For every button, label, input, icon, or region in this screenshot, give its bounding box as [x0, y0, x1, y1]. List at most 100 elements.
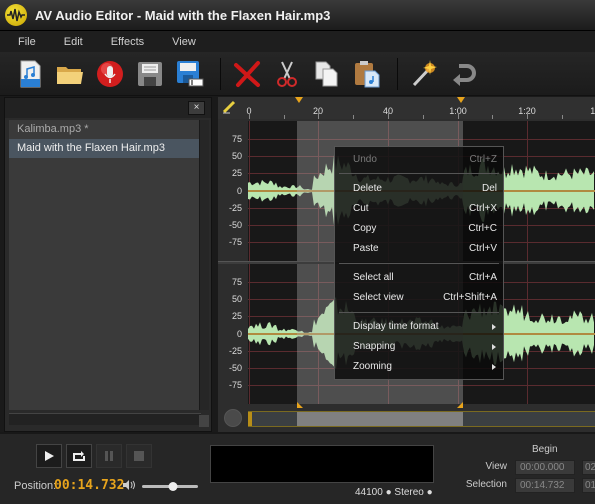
- view-end-field[interactable]: 02: [582, 460, 595, 475]
- selection-end-marker[interactable]: [457, 97, 465, 103]
- time-ruler[interactable]: 0 20 40 1:00 1:20 1:: [218, 97, 595, 119]
- copy-button[interactable]: [309, 56, 345, 92]
- volume-icon[interactable]: [122, 479, 136, 491]
- ctx-copy-label: Copy: [353, 223, 377, 234]
- record-button[interactable]: [92, 56, 128, 92]
- ctx-separator: [339, 312, 499, 313]
- overview-selection[interactable]: [297, 412, 463, 426]
- delete-button[interactable]: [229, 56, 265, 92]
- ctx-delete-label: Delete: [353, 183, 382, 194]
- ctx-select-all-label: Select all: [353, 272, 394, 283]
- menu-edit[interactable]: Edit: [64, 36, 83, 48]
- ruler-tick: [562, 115, 563, 119]
- ctx-delete-shortcut: Del: [481, 183, 497, 194]
- selection-start-bottom-marker[interactable]: [297, 402, 303, 408]
- selection-panel: Begin View 00:00.000 02 Selection 00:14.…: [440, 434, 595, 504]
- ruler-tick: [284, 115, 285, 119]
- context-menu: Undo Ctrl+Z Delete Del Cut Ctrl+X Copy C…: [334, 146, 504, 380]
- pencil-icon[interactable]: [222, 100, 236, 114]
- selection-begin-field[interactable]: 00:14.732: [515, 478, 575, 493]
- begin-header: Begin: [532, 444, 558, 455]
- close-panel-button[interactable]: ×: [188, 101, 205, 115]
- toolbar-separator: [397, 57, 398, 90]
- y-label: 25: [231, 311, 242, 321]
- transport-controls: [36, 444, 156, 468]
- file-list: Kalimba.mp3 * Maid with the Flaxen Hair.…: [9, 120, 201, 410]
- menu-file[interactable]: File: [18, 36, 36, 48]
- ruler-tick: [318, 113, 319, 119]
- ruler-tick: [423, 115, 424, 119]
- overview-scrollbar[interactable]: [248, 411, 595, 427]
- play-button[interactable]: [36, 444, 62, 468]
- paste-icon: [355, 60, 380, 87]
- ctx-undo-label: Undo: [353, 154, 377, 165]
- ctx-cut[interactable]: Cut Ctrl+X: [335, 199, 503, 219]
- channel-1-y-axis: 75 50 25 0 -25 -50 -75: [218, 121, 248, 261]
- undo-button[interactable]: [446, 56, 482, 92]
- y-label: 0: [236, 186, 242, 196]
- ctx-snapping-label: Snapping: [353, 341, 396, 352]
- navigation-pad-icon[interactable]: [224, 409, 242, 427]
- submenu-arrow-icon: [492, 364, 496, 370]
- ctx-select-view[interactable]: Select view Ctrl+Shift+A: [335, 288, 503, 308]
- ctx-separator: [339, 173, 499, 174]
- y-label: -75: [228, 380, 242, 390]
- ctx-snapping[interactable]: Snapping: [335, 337, 503, 357]
- y-label: 25: [231, 168, 242, 178]
- y-label: -75: [228, 237, 242, 247]
- selection-start-marker[interactable]: [295, 97, 303, 103]
- open-button[interactable]: [52, 56, 88, 92]
- new-file-button[interactable]: [12, 56, 48, 92]
- undo-icon: [453, 63, 476, 86]
- ctx-copy-shortcut: Ctrl+C: [468, 223, 497, 234]
- stop-button[interactable]: [126, 444, 152, 468]
- volume-slider-thumb[interactable]: [168, 482, 178, 491]
- overview-handle[interactable]: [248, 412, 252, 426]
- ctx-separator: [339, 263, 499, 264]
- ruler-tick: [388, 113, 389, 119]
- file-panel-header: ×: [5, 98, 211, 118]
- scissors-icon: [277, 61, 297, 87]
- ctx-copy[interactable]: Copy Ctrl+C: [335, 219, 503, 239]
- menu-view[interactable]: View: [172, 36, 196, 48]
- ctx-display-time-format[interactable]: Display time format: [335, 317, 503, 337]
- file-list-vertical-scrollbar[interactable]: [199, 120, 209, 410]
- toolbar-separator: [220, 57, 221, 90]
- ruler-tick: [527, 113, 528, 119]
- cut-button[interactable]: [269, 56, 305, 92]
- ctx-select-all[interactable]: Select all Ctrl+A: [335, 268, 503, 288]
- player-panel: Position: 00:14.732 44100 ● Stereo ● Beg…: [0, 432, 595, 504]
- ctx-delete[interactable]: Delete Del: [335, 179, 503, 199]
- selection-end-bottom-marker[interactable]: [457, 402, 463, 408]
- view-label: View: [485, 461, 508, 472]
- save-button[interactable]: [132, 56, 168, 92]
- volume-slider[interactable]: [142, 482, 198, 491]
- ruler-tick: [249, 113, 250, 119]
- ctx-zooming[interactable]: Zooming: [335, 357, 503, 377]
- red-x-icon: [234, 60, 260, 87]
- loop-button[interactable]: [66, 444, 92, 468]
- menu-bar: File Edit Effects View: [0, 30, 595, 52]
- paste-button[interactable]: [349, 56, 385, 92]
- y-label: 75: [231, 277, 242, 287]
- menu-effects[interactable]: Effects: [111, 36, 144, 48]
- loop-icon: [73, 451, 85, 461]
- ctx-display-time-format-label: Display time format: [353, 321, 439, 332]
- file-item-maid-flaxen-hair[interactable]: Maid with the Flaxen Hair.mp3: [9, 139, 201, 158]
- y-label: -25: [228, 346, 242, 356]
- pause-button[interactable]: [96, 444, 122, 468]
- save-as-button[interactable]: [172, 56, 208, 92]
- selection-label: Selection: [465, 479, 507, 490]
- selection-end-field[interactable]: 01: [582, 478, 595, 493]
- view-begin-field[interactable]: 00:00.000: [515, 460, 575, 475]
- ctx-paste[interactable]: Paste Ctrl+V: [335, 239, 503, 259]
- window-title: AV Audio Editor - Maid with the Flaxen H…: [35, 7, 331, 23]
- ctx-paste-label: Paste: [353, 243, 379, 254]
- file-list-horizontal-scrollbar[interactable]: [9, 413, 201, 425]
- ruler-tick: [353, 115, 354, 119]
- position-label: Position:: [14, 480, 57, 492]
- floppy-rename-icon: [177, 60, 204, 86]
- file-item-kalimba[interactable]: Kalimba.mp3 *: [9, 120, 201, 139]
- effects-button[interactable]: [406, 56, 442, 92]
- pause-icon: [105, 451, 113, 461]
